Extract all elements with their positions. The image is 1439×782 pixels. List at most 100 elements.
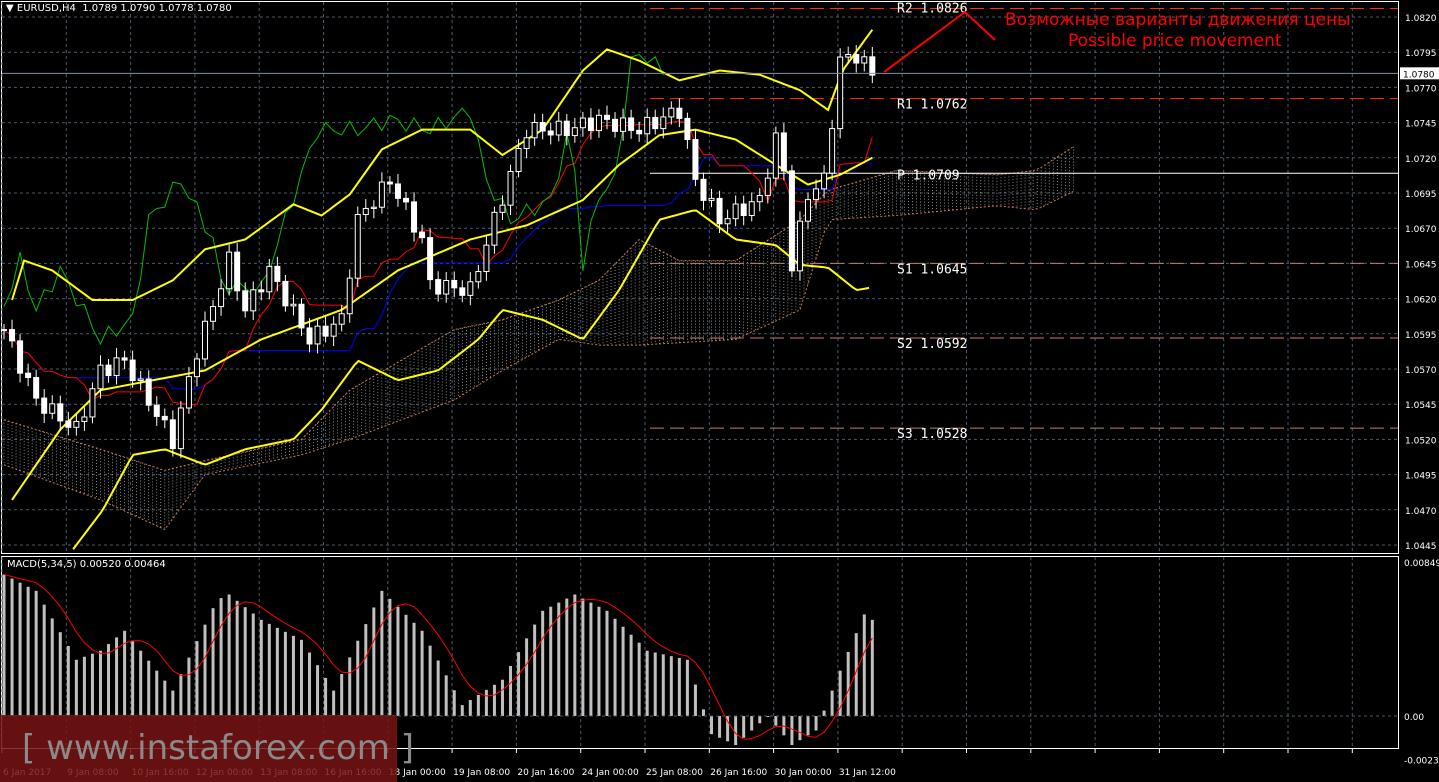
macd-histogram-bar: [275, 627, 279, 716]
macd-histogram-bar: [179, 674, 183, 716]
candle-bull: [193, 358, 200, 378]
x-tick-label: 25 Jan 08:00: [646, 768, 703, 778]
macd-histogram-bar: [420, 630, 424, 716]
y-tick-label: 1.0695: [1405, 190, 1437, 200]
candle-bull: [475, 271, 482, 283]
x-tick-label: 26 Jan 16:00: [710, 768, 767, 778]
macd-histogram-bar: [2, 574, 6, 716]
macd-histogram-bar: [356, 640, 360, 716]
x-tick-label: 31 Jan 12:00: [839, 768, 896, 778]
macd-histogram-bar: [492, 684, 496, 716]
macd-histogram-bar: [348, 657, 352, 716]
macd-histogram-bar: [677, 657, 681, 716]
macd-histogram-bar: [219, 598, 223, 716]
macd-histogram-bar: [444, 675, 448, 716]
y-tick-label: 1.0520: [1405, 436, 1437, 446]
candle-bear: [33, 376, 40, 399]
candle-bull: [579, 117, 586, 129]
candle-bull: [491, 211, 498, 246]
collapse-triangle-icon[interactable]: ▼: [6, 3, 17, 14]
macd-histogram-bar: [316, 665, 320, 716]
candle-bear: [234, 251, 241, 292]
candle-bull: [250, 289, 257, 312]
macd-histogram-bar: [476, 694, 480, 716]
candle-bear: [121, 357, 128, 361]
candle-bull: [813, 188, 820, 201]
macd-histogram-bar: [565, 598, 569, 716]
candle-bull: [290, 303, 297, 307]
macd-histogram-bar: [243, 607, 247, 716]
candle-bear: [153, 404, 160, 417]
candle-bull: [620, 117, 627, 132]
macd-histogram-bar: [557, 602, 561, 716]
y-tick-label: 1.0770: [1405, 84, 1437, 94]
macd-histogram-bar: [460, 705, 464, 716]
candle-bull: [218, 288, 225, 308]
candle-bear: [451, 280, 458, 289]
candle-bear: [435, 279, 442, 295]
macd-histogram-bar: [468, 700, 472, 716]
candle-bull: [644, 116, 651, 135]
macd-histogram-bar: [500, 679, 504, 716]
macd-histogram-bar: [549, 606, 553, 716]
macd-histogram-bar: [637, 642, 641, 716]
candle-bear: [394, 183, 401, 199]
candle-bear: [636, 129, 643, 135]
candle-bull: [724, 218, 731, 225]
y-tick-label: 1.0470: [1405, 507, 1437, 517]
macd-histogram-bar: [404, 614, 408, 716]
candle-bear: [716, 197, 723, 225]
candle-bull: [796, 220, 803, 272]
macd-histogram-bar: [26, 586, 30, 716]
candle-bear: [411, 201, 418, 233]
macd-histogram-bar: [822, 710, 826, 716]
candle-bull: [346, 277, 353, 315]
candle-bear: [652, 116, 659, 130]
candle-bull: [97, 364, 104, 390]
macd-histogram-bar: [734, 716, 738, 746]
candle-bear: [161, 415, 168, 421]
candle-bull: [1, 329, 7, 332]
y-tick-label: 1.0445: [1405, 542, 1437, 552]
x-tick-label: 30 Jan 00:00: [775, 768, 832, 778]
macd-histogram-bar: [597, 606, 601, 716]
candle-bull: [555, 120, 562, 136]
macd-histogram-bar: [90, 653, 94, 716]
candle-bull: [226, 251, 233, 290]
candle-bull: [571, 127, 578, 137]
macd-histogram-bar: [718, 716, 722, 738]
pivot-label-p: P 1.0709: [897, 168, 960, 183]
macd-histogram-bar: [533, 624, 537, 716]
candle-bear: [684, 117, 691, 141]
candle-bull: [177, 407, 184, 450]
price-chart[interactable]: 1.0820 1.0795 1.0770 1.0745 1.0720 1.0695 1.06…: [0, 0, 1439, 782]
candle-bear: [306, 327, 313, 345]
macd-histogram-bar: [283, 631, 287, 716]
y-tick-label: 1.0745: [1405, 120, 1437, 130]
macd-histogram-bar: [846, 651, 850, 716]
macd-histogram-bar: [299, 639, 303, 716]
macd-histogram-bar: [98, 650, 102, 716]
candle-bear: [169, 419, 176, 450]
macd-histogram-bar: [34, 590, 38, 716]
forecast-path: [883, 10, 996, 73]
candle-bear: [9, 329, 16, 342]
candle-bull: [483, 244, 490, 273]
macd-histogram-bar: [653, 652, 657, 716]
macd-histogram-bar: [235, 600, 239, 716]
candle-bear: [282, 280, 289, 307]
candle-bull: [185, 376, 192, 409]
macd-histogram-bar: [131, 640, 135, 716]
macd-histogram-bar: [685, 659, 689, 716]
candle-bear: [242, 290, 249, 312]
ohlc-readout: 1.0789 1.0790 1.0778 1.0780: [82, 3, 232, 14]
candle-bull: [443, 280, 450, 295]
cloud-span-b: [3, 190, 1074, 531]
candle-bull: [595, 114, 602, 132]
macd-histogram-bar: [74, 659, 78, 716]
candle-bull: [507, 171, 514, 206]
candle-bear: [612, 118, 619, 132]
macd-histogram-bar: [814, 716, 818, 731]
candle-bull: [523, 137, 530, 149]
y-tick-label: 1.0595: [1405, 331, 1437, 341]
